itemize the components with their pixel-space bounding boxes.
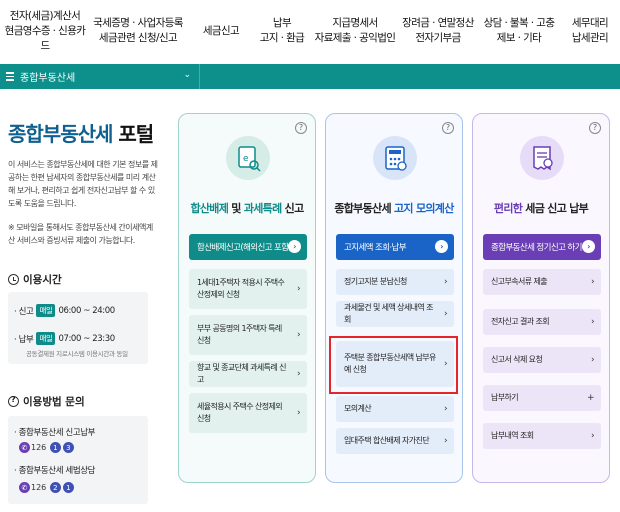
nav-payment[interactable]: 납부 고지 · 환급	[254, 0, 310, 62]
chevron-right-icon: ›	[591, 431, 595, 441]
menu-selected-label: 종합부동산세	[20, 73, 76, 84]
chevron-right-icon: ›	[297, 284, 301, 294]
card-title: 종합부동산세 고지 모의계산	[334, 202, 454, 215]
intro-text: 이 서비스는 종합부동산세에 대한 기본 정보를 제공하는 한편 납세자의 종합…	[8, 160, 158, 208]
document-search-icon: e	[226, 136, 270, 180]
card-menu-item[interactable]: 정기고지분 분납신청 ›	[336, 269, 454, 295]
exclusion-filing-button[interactable]: 합산배제신고(해외신고 포함) ›	[189, 234, 307, 260]
inquiry-label: · 종합부동산세 세법상담	[14, 466, 96, 476]
inquiry-box: · 종합부동산세 신고납부 ✆ 126 13 · 종합부동산세 세법상담 ✆ 126…	[8, 416, 148, 504]
notice-tax-inquiry-button[interactable]: 고지세액 조회·납부 ›	[336, 234, 454, 260]
nav-e-invoice[interactable]: 전자(세금)계산서 현금영수증 · 신용카드	[4, 0, 86, 62]
card-menu-item[interactable]: 납부하기 +	[483, 385, 601, 411]
clock-icon	[8, 274, 19, 285]
card-menu-item[interactable]: 임대주택 합산배제 자가진단 ›	[336, 428, 454, 454]
hours-row-filing: · 신고 매일 06:00 ~ 24:00	[14, 304, 115, 317]
chevron-right-icon: ›	[591, 355, 595, 365]
nav-label: 전자(세금)계산서 현금영수증 · 신용카드	[4, 9, 86, 52]
card-menu-item[interactable]: 모의계산 ›	[336, 396, 454, 422]
card-easy-filing: ? 편리한 세금 신고 납부 종합부동산세 정기신고 하기 › 신고부속서류 제출…	[472, 113, 610, 483]
help-icon[interactable]: ?	[589, 122, 601, 134]
nav-certificate[interactable]: 국세증명 · 사업자등록 세금관련 신청/신고	[88, 0, 188, 62]
inquiry-label: · 종합부동산세 신고납부	[14, 428, 96, 438]
nav-label: 장려금 · 연말정산 전자기부금	[402, 17, 474, 44]
chevron-right-icon: ›	[444, 404, 448, 414]
hours-note: 공동결제원 지로시스템 이용시간과 동일	[26, 350, 128, 358]
plus-icon: +	[587, 393, 595, 403]
card-menu-item[interactable]: 세율적용시 주택수 산정제외 신청 ›	[189, 393, 307, 433]
card-menu-item[interactable]: 부부 공동명의 1주택자 특례 신청 ›	[189, 315, 307, 355]
chevron-right-icon: ›	[444, 277, 448, 287]
phone-icon: ✆	[19, 482, 30, 493]
nav-label: 납부 고지 · 환급	[259, 17, 305, 44]
menu-icon	[6, 70, 14, 83]
arrow-right-icon: ›	[582, 240, 595, 253]
card-title: 합산배제 및 과세특례 신고	[190, 202, 304, 215]
arrow-right-icon: ›	[288, 240, 301, 253]
inquiry-phone: ✆ 126 13	[18, 442, 75, 453]
nav-label: 세금신고	[202, 24, 240, 37]
card-notice-simulation: ? 종합부동산세 고지 모의계산 고지세액 조회·납부 › 정기고지분 분납신청 ›…	[325, 113, 463, 483]
page-title: 종합부동산세 포털	[8, 122, 154, 146]
card-menu-item[interactable]: 신고부속서류 제출 ›	[483, 269, 601, 295]
hours-row-payment: · 납부 매일 07:00 ~ 23:30	[14, 332, 115, 345]
card-exclusion-filing: ? e 합산배제 및 과세특례 신고 합산배제신고(해외신고 포함) › 1세대1…	[178, 113, 316, 483]
highlight-box	[329, 336, 458, 394]
inquiry-phone: ✆ 126 21	[18, 482, 75, 493]
chevron-right-icon: ›	[591, 317, 595, 327]
calculator-icon	[373, 136, 417, 180]
hours-heading: 이용시간	[8, 272, 62, 287]
nav-consult[interactable]: 상담 · 불복 · 고충 제보 · 기타	[478, 0, 560, 62]
svg-text:e: e	[243, 154, 249, 164]
nav-payment-statement[interactable]: 지급명세서 자료제출 · 공익법인	[312, 0, 398, 62]
question-icon	[8, 395, 19, 407]
regular-filing-button[interactable]: 종합부동산세 정기신고 하기 ›	[483, 234, 601, 260]
nav-label: 국세증명 · 사업자등록 세금관련 신청/신고	[93, 17, 183, 44]
help-icon[interactable]: ?	[442, 122, 454, 134]
phone-icon: ✆	[19, 442, 30, 453]
top-navigation: 전자(세금)계산서 현금영수증 · 신용카드 국세증명 · 사업자등록 세금관련 신…	[0, 0, 620, 62]
menu-select[interactable]: 종합부동산세 ⌄	[6, 64, 200, 89]
chevron-right-icon: ›	[591, 277, 595, 287]
daily-tag: 매일	[36, 304, 56, 317]
daily-tag: 매일	[36, 332, 56, 345]
chevron-right-icon: ›	[297, 408, 301, 418]
nav-tax-agent[interactable]: 세무대리 납세관리	[562, 0, 618, 62]
card-menu-item[interactable]: 납부내역 조회 ›	[483, 423, 601, 449]
arrow-right-icon: ›	[435, 240, 448, 253]
chevron-right-icon: ›	[297, 330, 301, 340]
nav-incentive[interactable]: 장려금 · 연말정산 전자기부금	[400, 0, 476, 62]
card-title: 편리한 세금 신고 납부	[493, 202, 589, 215]
hours-box: · 신고 매일 06:00 ~ 24:00 · 납부 매일 07:00 ~ 23:30 …	[8, 292, 148, 364]
inquiry-heading: 이용방법 문의	[8, 394, 85, 409]
chevron-down-icon: ⌄	[183, 70, 191, 80]
receipt-icon	[520, 136, 564, 180]
card-menu-item[interactable]: 1세대1주택자 적용시 주택수 산정제외 신청 ›	[189, 269, 307, 309]
nav-label: 지급명세서 자료제출 · 공익법인	[314, 17, 396, 44]
nav-tax-filing[interactable]: 세금신고	[190, 0, 252, 62]
chevron-right-icon: ›	[444, 436, 448, 446]
menu-bar: 종합부동산세 ⌄	[0, 64, 620, 89]
card-menu-item[interactable]: 전자신고 결과 조회 ›	[483, 309, 601, 335]
card-menu-item[interactable]: 향교 및 종교단체 과세특례 신고 ›	[189, 361, 307, 387]
help-icon[interactable]: ?	[295, 122, 307, 134]
nav-label: 세무대리 납세관리	[571, 17, 609, 44]
mobile-note: ※ 모바일을 통해서도 종합부동산세 간이세액계산 서비스와 증빙서류 제출이 …	[8, 223, 153, 245]
chevron-right-icon: ›	[444, 309, 448, 319]
card-menu-item[interactable]: 과세물건 및 세액 상세내역 조회 ›	[336, 301, 454, 327]
card-menu-item[interactable]: 신고서 삭제 요청 ›	[483, 347, 601, 373]
chevron-right-icon: ›	[297, 369, 301, 379]
nav-label: 상담 · 불복 · 고충 제보 · 기타	[483, 17, 555, 44]
